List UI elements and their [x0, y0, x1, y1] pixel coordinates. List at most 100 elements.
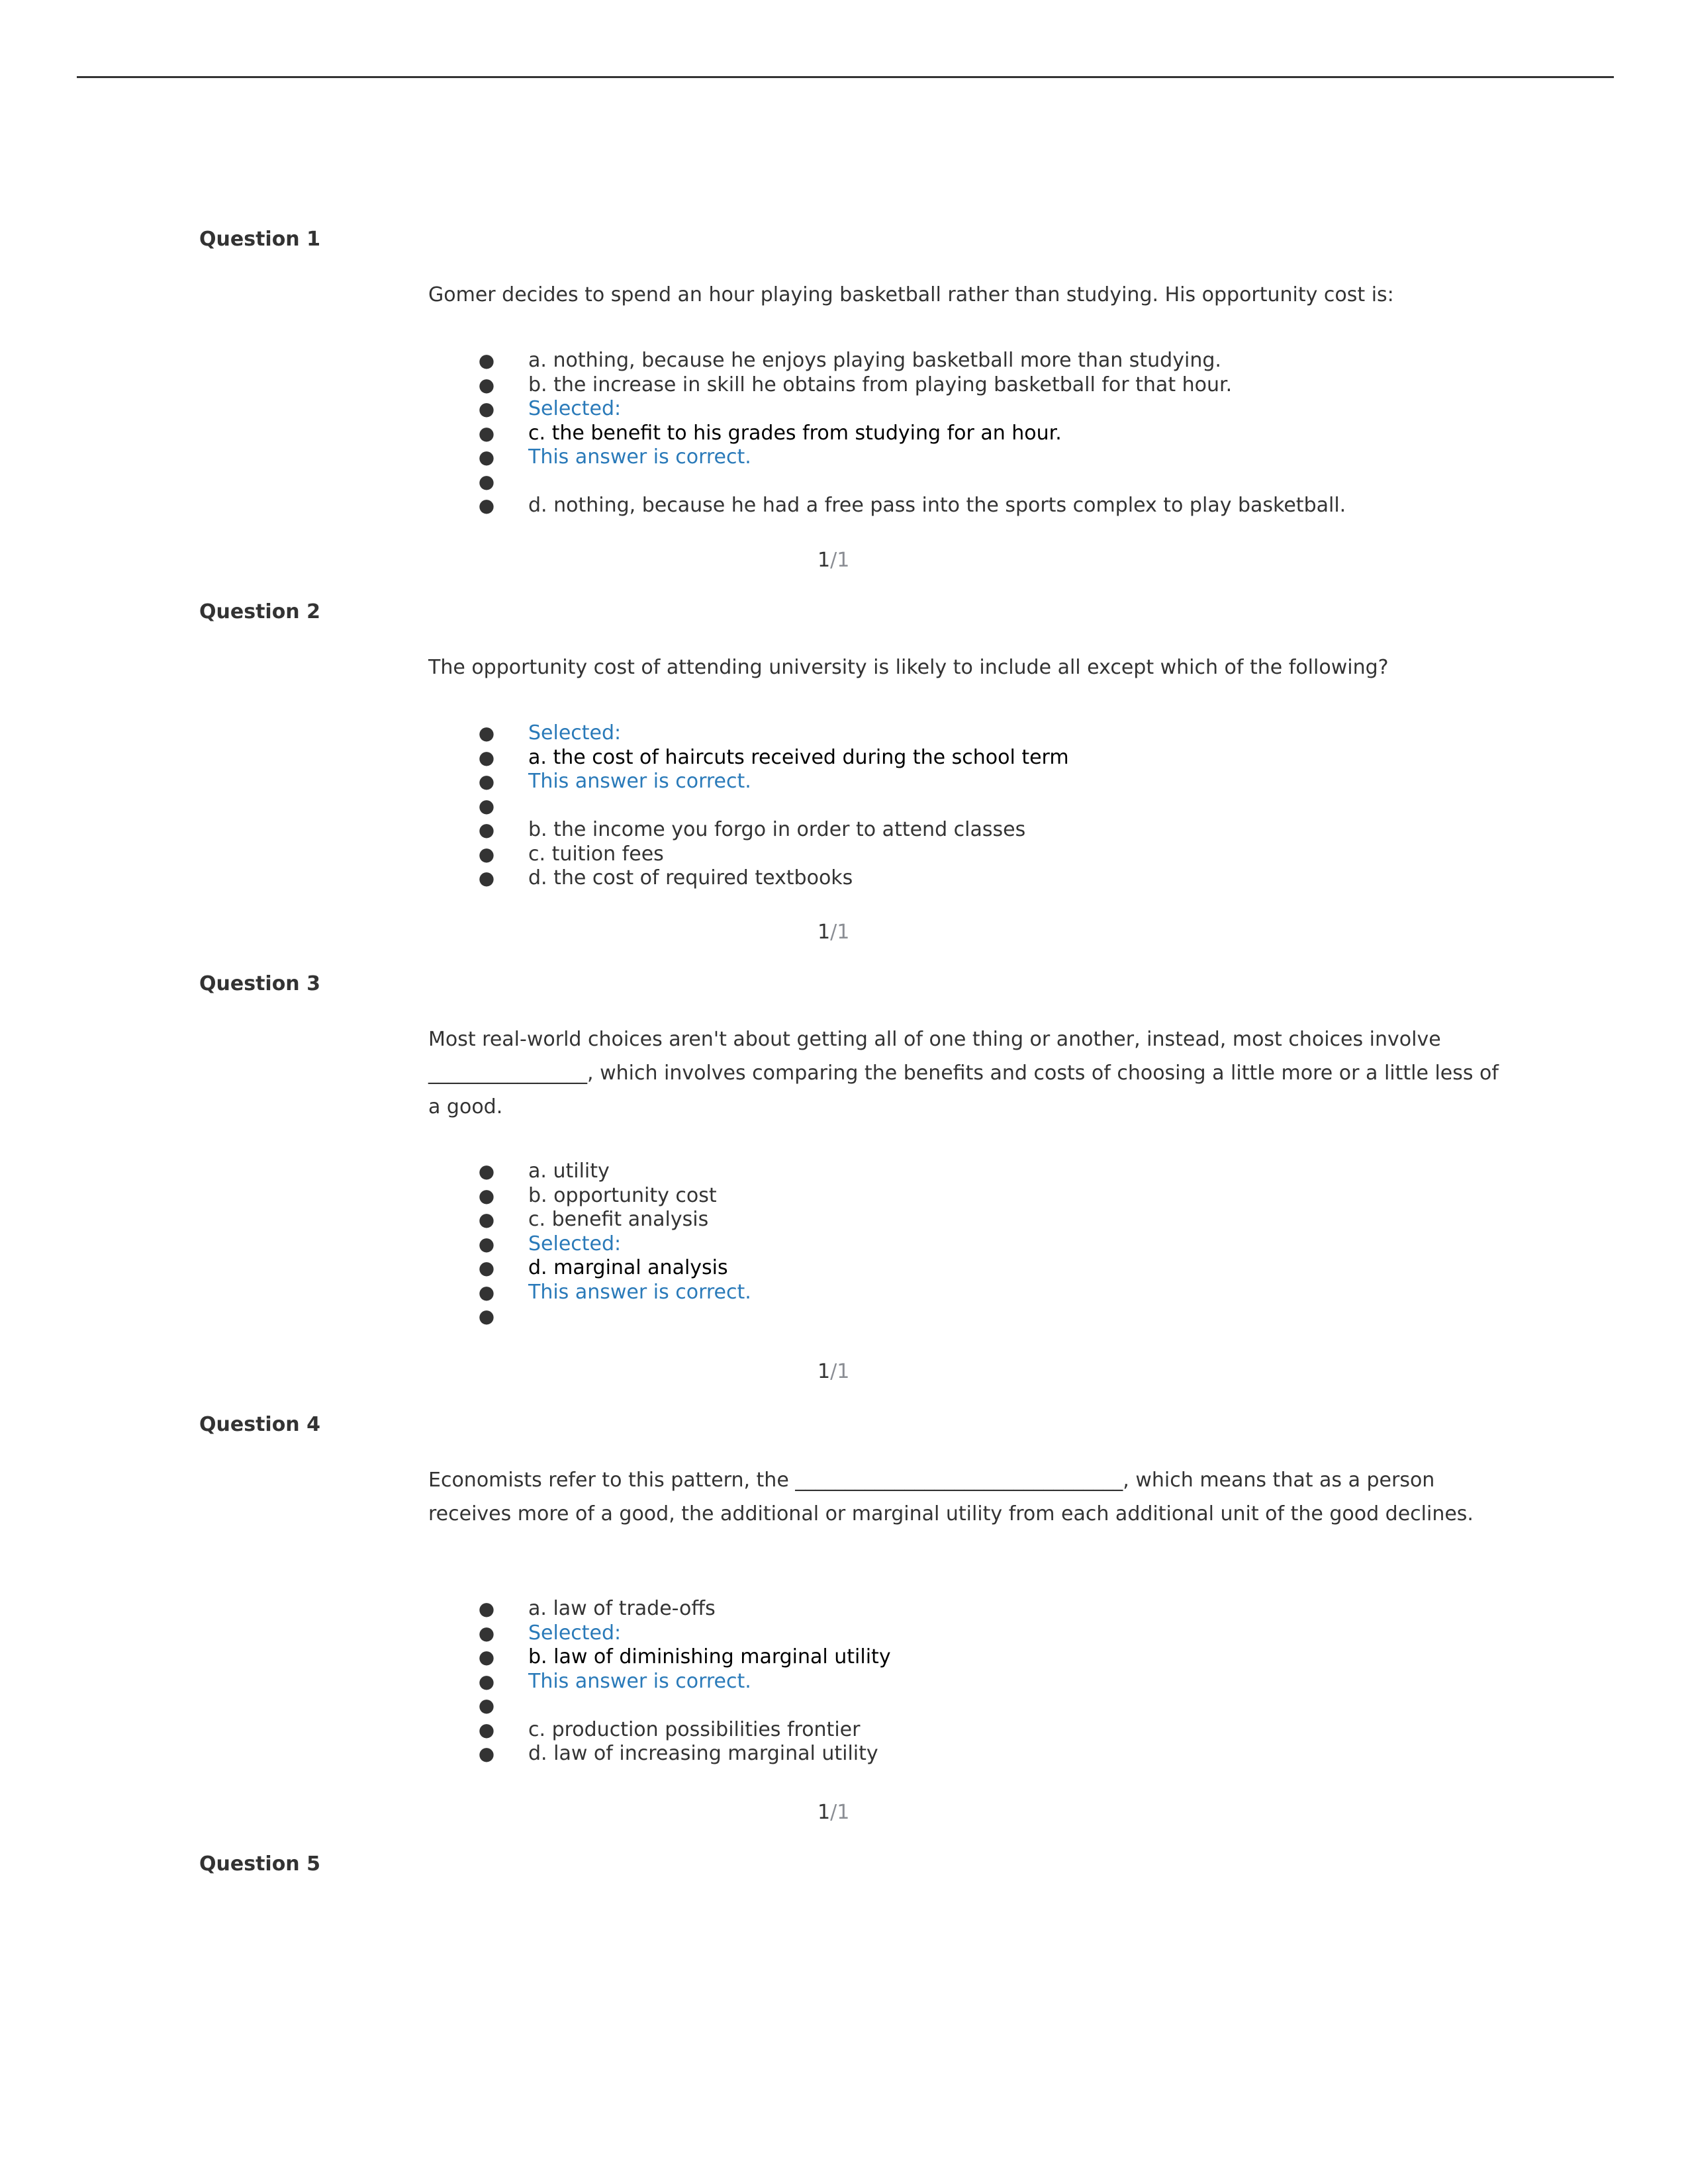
- option-text: Selected:: [528, 1232, 622, 1255]
- option-text: b. the increase in skill he obtains from…: [528, 373, 1233, 396]
- score-separator: /: [830, 1360, 837, 1383]
- option-text: Selected:: [528, 397, 622, 420]
- bullet-icon: ●: [478, 398, 495, 420]
- answer-options: ● a. law of trade-offs ● Selected: ● b. law o…: [477, 1597, 891, 1766]
- question-text: The opportunity cost of attending univer…: [428, 656, 1389, 679]
- score-separator: /: [830, 549, 837, 572]
- score-max: 1: [837, 1801, 850, 1824]
- answer-feedback-label: ● Selected:: [477, 1621, 891, 1646]
- score-max: 1: [837, 921, 850, 944]
- bullet-icon: ●: [478, 1184, 495, 1206]
- bullet-icon: ●: [478, 794, 495, 817]
- bullet-icon: ●: [478, 1305, 495, 1327]
- option-text: Selected:: [528, 721, 622, 745]
- answer-option: ● b. the increase in skill he obtains fro…: [477, 373, 1346, 398]
- option-text: d. marginal analysis: [528, 1256, 728, 1279]
- question-title: Question 3: [199, 972, 320, 995]
- answer-feedback-label: ● This answer is correct.: [477, 770, 1069, 794]
- bullet-icon: ●: [478, 1281, 495, 1303]
- score-earned: 1: [818, 1801, 831, 1824]
- bullet-icon: ●: [478, 722, 495, 744]
- option-text: a. the cost of haircuts received during …: [528, 745, 1069, 769]
- option-text: d. the cost of required textbooks: [528, 866, 853, 889]
- score-earned: 1: [818, 549, 831, 572]
- answer-option: ●: [477, 1694, 891, 1718]
- bullet-icon: ●: [478, 1621, 495, 1644]
- question-title: Question 4: [199, 1413, 320, 1436]
- bullet-icon: ●: [478, 867, 495, 889]
- bullet-icon: ●: [478, 470, 495, 492]
- option-text: b. law of diminishing marginal utility: [528, 1645, 891, 1668]
- bullet-icon: ●: [478, 1257, 495, 1279]
- answer-option: ● d. nothing, because he had a free pass …: [477, 494, 1346, 518]
- answer-option: ● c. tuition fees: [477, 842, 1069, 867]
- answer-option: ● b. the income you forgo in order to att…: [477, 818, 1069, 842]
- question-score: 1/1: [818, 1799, 849, 1826]
- header-divider: [77, 76, 1614, 78]
- bullet-icon: ●: [478, 1670, 495, 1692]
- answer-option: ● d. law of increasing marginal utility: [477, 1742, 891, 1766]
- bullet-icon: ●: [478, 770, 495, 792]
- bullet-icon: ●: [478, 746, 495, 768]
- score-earned: 1: [818, 1360, 831, 1383]
- question-score: 1/1: [818, 1359, 849, 1385]
- option-text: c. benefit analysis: [528, 1208, 709, 1231]
- question-title: Question 1: [199, 228, 320, 251]
- question-score: 1/1: [818, 547, 849, 574]
- bullet-icon: ●: [478, 1598, 495, 1619]
- bullet-icon: ●: [478, 446, 495, 468]
- question-title: Question 2: [199, 600, 320, 623]
- question-text: Most real-world choices aren't about get…: [428, 1028, 1499, 1118]
- option-text: Selected:: [528, 1621, 622, 1645]
- option-text: This answer is correct.: [528, 770, 751, 793]
- answer-options: ● a. nothing, because he enjoys playing b…: [477, 349, 1346, 518]
- option-text: This answer is correct.: [528, 1669, 751, 1693]
- question-text: Economists refer to this pattern, the __…: [428, 1469, 1474, 1525]
- bullet-icon: ●: [478, 1718, 495, 1741]
- answer-option: ●: [477, 794, 1069, 819]
- answer-option: ● b. opportunity cost: [477, 1184, 751, 1208]
- selected-answer: ● b. law of diminishing marginal utility: [477, 1645, 891, 1670]
- option-text: a. utility: [528, 1160, 610, 1183]
- answer-feedback-label: ● This answer is correct.: [477, 1281, 751, 1305]
- answer-feedback-label: ● Selected:: [477, 721, 1069, 746]
- bullet-icon: ●: [478, 349, 495, 371]
- bullet-icon: ●: [478, 422, 495, 444]
- bullet-icon: ●: [478, 1743, 495, 1764]
- bullet-icon: ●: [478, 1208, 495, 1230]
- bullet-icon: ●: [478, 1694, 495, 1716]
- answer-feedback-label: ● This answer is correct.: [477, 445, 1346, 470]
- score-max: 1: [837, 549, 850, 572]
- bullet-icon: ●: [478, 373, 495, 396]
- bullet-icon: ●: [478, 1646, 495, 1668]
- option-text: c. the benefit to his grades from studyi…: [528, 421, 1062, 445]
- answer-option: ● d. the cost of required textbooks: [477, 866, 1069, 891]
- answer-options: ● a. utility ● b. opportunity cost ● c. benef…: [477, 1160, 751, 1329]
- question-score: 1/1: [818, 919, 849, 946]
- bullet-icon: ●: [478, 819, 495, 841]
- option-text: d. law of increasing marginal utility: [528, 1742, 878, 1765]
- score-max: 1: [837, 1360, 850, 1383]
- option-text: This answer is correct.: [528, 1280, 751, 1304]
- score-earned: 1: [818, 921, 831, 944]
- answer-option: ● a. law of trade-offs: [477, 1597, 891, 1621]
- question-title: Question 5: [199, 1852, 320, 1876]
- selected-answer: ● d. marginal analysis: [477, 1256, 751, 1281]
- bullet-icon: ●: [478, 494, 495, 516]
- option-text: This answer is correct.: [528, 445, 751, 469]
- answer-option: ● c. production possibilities frontier: [477, 1718, 891, 1743]
- option-text: d. nothing, because he had a free pass i…: [528, 494, 1346, 517]
- answer-option: ● c. benefit analysis: [477, 1208, 751, 1232]
- score-separator: /: [830, 921, 837, 944]
- answer-option: ● a. nothing, because he enjoys playing b…: [477, 349, 1346, 373]
- answer-feedback-label: ● Selected:: [477, 1232, 751, 1257]
- bullet-icon: ●: [478, 842, 495, 865]
- answer-option: ●: [477, 1304, 751, 1329]
- option-text: b. opportunity cost: [528, 1183, 717, 1207]
- answer-feedback-label: ● This answer is correct.: [477, 1670, 891, 1694]
- bullet-icon: ●: [478, 1232, 495, 1255]
- answer-options: ● Selected: ● a. the cost of haircuts recei…: [477, 721, 1069, 891]
- option-text: a. law of trade-offs: [528, 1597, 716, 1620]
- option-text: c. tuition fees: [528, 842, 664, 866]
- question-text: Gomer decides to spend an hour playing b…: [428, 283, 1394, 306]
